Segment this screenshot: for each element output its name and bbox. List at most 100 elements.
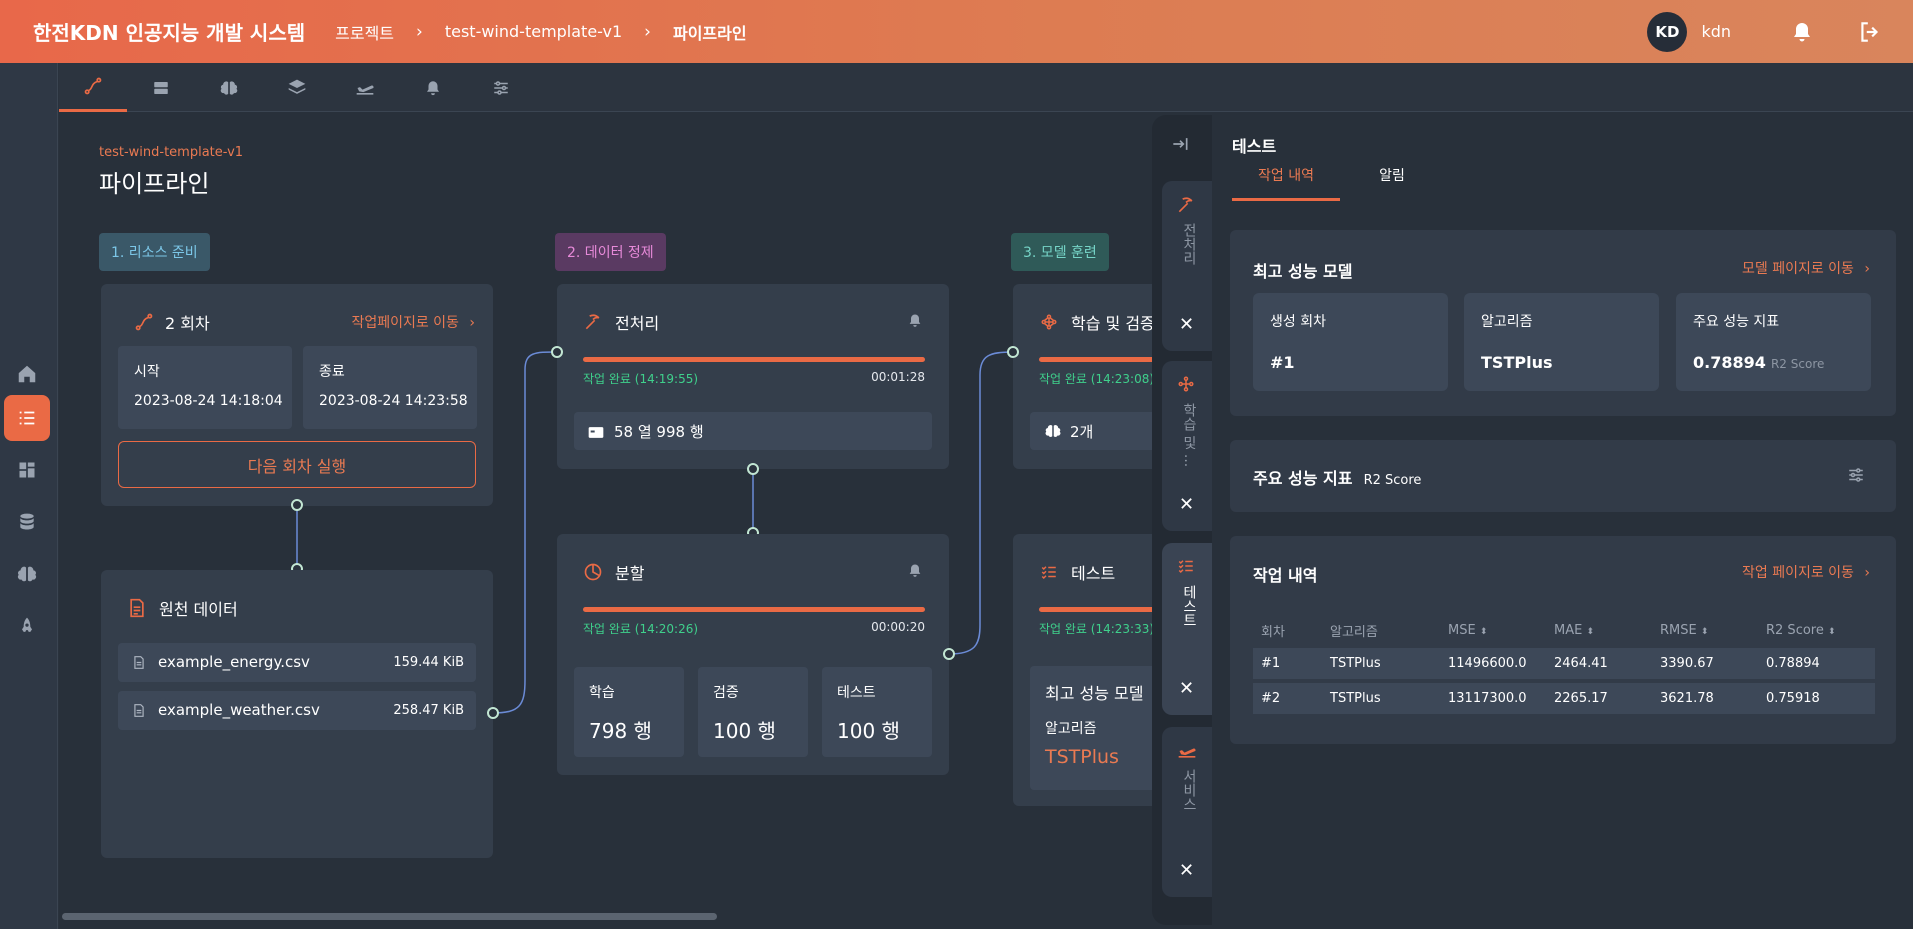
best-model-title: 최고 성능 모델 [1253,262,1353,281]
vtab-service[interactable]: 서비스 ✕ [1162,727,1212,897]
pickaxe-icon [583,312,603,332]
close-icon[interactable]: ✕ [1179,314,1194,335]
chevron-right-icon: › [469,315,475,331]
vtab-test[interactable]: 테스트 ✕ [1162,543,1212,715]
metric-value: 0.78894 [1693,353,1766,372]
tab-work-history[interactable]: 작업 내역 [1232,165,1340,201]
logout-icon[interactable] [1855,17,1885,47]
metric-label: 주요 성능 지표 [1693,314,1780,330]
vtab-preprocess-label: 전처리 [1181,223,1197,265]
table-row[interactable]: #1 TSTPlus 11496600.0 2464.41 3390.67 0.… [1253,648,1875,679]
bell-icon[interactable] [907,312,923,333]
connector-node[interactable] [487,707,499,719]
algo-value: TSTPlus [1045,746,1119,768]
connector-node[interactable] [1007,346,1019,358]
bell-icon[interactable] [907,562,923,583]
cell-round: #1 [1253,648,1322,679]
connector-node[interactable] [943,648,955,660]
train-split-box: 학습 798 행 [574,667,684,757]
sort-icon: ⬍ [1479,626,1488,637]
panel-title: 테스트 [1232,137,1277,156]
bell-icon[interactable] [1787,17,1817,47]
close-icon[interactable]: ✕ [1179,678,1194,699]
split-card: 분할 작업 완료 (14:20:26) 00:00:20 학습 798 행 검증… [557,534,949,775]
vtab-preprocess[interactable]: 전처리 ✕ [1162,181,1212,351]
preprocess-card: 전처리 작업 완료 (14:19:55) 00:01:28 58 열 998 행 [557,284,949,469]
gen-round-label: 생성 회차 [1270,314,1326,330]
avatar[interactable]: KD [1647,11,1688,52]
cell-rmse: 3390.67 [1652,648,1758,679]
next-run-button[interactable]: 다음 회차 실행 [118,441,476,488]
chevron-right-icon: › [1864,261,1870,277]
best-model-label: 최고 성능 모델 [1045,684,1144,703]
brain-icon [1044,422,1062,444]
cell-algorithm: TSTPlus [1322,683,1440,714]
connector-node[interactable] [551,346,563,358]
file-data-icon [127,597,147,619]
file-row[interactable]: example_weather.csv 258.47 KiB [118,691,476,730]
sliders-icon[interactable] [1846,466,1866,488]
tab-alerts[interactable]: 알림 [1352,165,1432,201]
col-mae[interactable]: MAE ⬍ [1546,616,1652,644]
username[interactable]: kdn [1701,22,1731,41]
gen-round-value: #1 [1270,353,1295,372]
validation-split-box: 검증 100 행 [698,667,808,757]
file-row[interactable]: example_energy.csv 159.44 KiB [118,643,476,682]
table-row[interactable]: #2 TSTPlus 13117300.0 2265.17 3621.78 0.… [1253,683,1875,714]
network-icon [1176,375,1196,397]
close-icon[interactable]: ✕ [1179,860,1194,881]
history-title: 작업 내역 [1253,566,1318,585]
vtab-train[interactable]: 학습 및 ... ✕ [1162,361,1212,531]
train-card: 학습 및 검증 작업 완료 (14:23:08) 2개 [1013,284,1173,469]
connector-node[interactable] [291,499,303,511]
preprocess-progress-bar [583,357,925,362]
cell-r2: 0.75918 [1758,683,1875,714]
deploy-icon [1176,741,1198,765]
test-value: 100 행 [837,719,900,743]
close-icon[interactable]: ✕ [1179,494,1194,515]
col-mse-label: MSE [1448,622,1476,638]
run-card: 2 회차 작업페이지로 이동 › 시작 2023-08-24 14:18:04 … [101,284,493,506]
key-metric-sub: R2 Score [1363,473,1422,488]
algorithm-box: 알고리즘 TSTPlus [1464,293,1659,391]
col-rmse[interactable]: RMSE ⬍ [1652,616,1758,644]
horizontal-scrollbar[interactable] [62,913,717,920]
split-duration: 00:00:20 [871,620,925,634]
train-status: 작업 완료 (14:23:08) [1039,372,1155,386]
run-go-work-page-link[interactable]: 작업페이지로 이동 › [351,312,475,332]
cell-mse: 11496600.0 [1440,648,1546,679]
cell-round: #2 [1253,683,1322,714]
user-area: KD kdn [1647,0,1913,63]
test-status: 작업 완료 (14:23:33) [1039,622,1155,636]
algo-label: 알고리즘 [1045,721,1097,737]
col-round: 회차 [1261,624,1285,640]
collapse-panel-icon[interactable] [1169,134,1191,158]
col-mse[interactable]: MSE ⬍ [1440,616,1546,644]
col-r2[interactable]: R2 Score ⬍ [1758,616,1875,644]
split-title: 분할 [615,564,645,583]
file-size: 159.44 KiB [393,655,464,670]
col-algorithm: 알고리즘 [1330,624,1378,640]
preprocess-duration: 00:01:28 [871,370,925,384]
end-box: 종료 2023-08-24 14:23:58 [303,346,477,429]
train-model-count: 2개 [1070,423,1094,441]
go-work-page-link[interactable]: 작업 페이지로 이동 › [1742,562,1870,582]
key-metric-section: 주요 성능 지표 R2 Score [1230,440,1896,512]
cell-mae: 2265.17 [1546,683,1652,714]
col-mae-label: MAE [1554,622,1583,638]
preprocess-summary-text: 58 열 998 행 [614,423,704,441]
file-name: example_weather.csv [158,701,320,719]
go-model-page-link[interactable]: 모델 페이지로 이동 › [1742,258,1870,278]
end-label: 종료 [319,364,345,380]
col-r2-label: R2 Score [1766,622,1824,638]
sort-icon: ⬍ [1700,626,1709,637]
history-table: 회차 알고리즘 MSE ⬍ MAE ⬍ RMSE ⬍ R2 Score ⬍ #1… [1253,612,1875,718]
end-value: 2023-08-24 14:23:58 [319,393,468,409]
table-icon [588,424,604,443]
connector-node[interactable] [747,463,759,475]
col-rmse-label: RMSE [1660,622,1697,638]
test-label: 테스트 [837,685,876,701]
preprocess-status: 작업 완료 (14:19:55) [583,372,699,386]
test-title: 테스트 [1071,564,1116,583]
sort-icon: ⬍ [1828,626,1836,637]
